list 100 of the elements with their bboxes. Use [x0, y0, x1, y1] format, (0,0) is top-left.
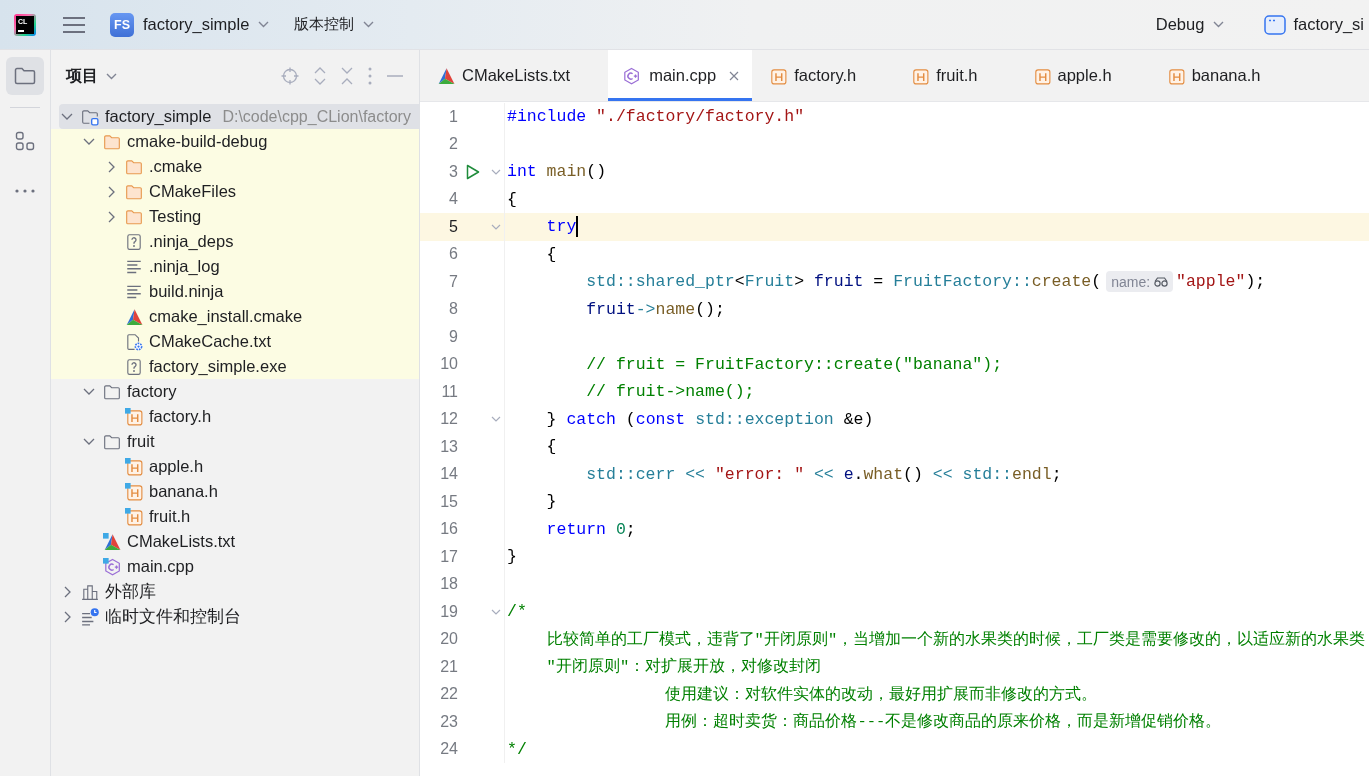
- h-file-icon: [125, 482, 143, 501]
- chevron-down-icon[interactable]: [83, 138, 95, 145]
- glasses-icon: [1154, 276, 1169, 287]
- tree-item[interactable]: Testing: [51, 204, 419, 229]
- editor-tab[interactable]: banana.h: [1149, 50, 1299, 101]
- folder-icon: [103, 432, 121, 451]
- folder-icon: [125, 182, 143, 201]
- line-number: 9: [448, 327, 458, 346]
- line-number: 23: [439, 712, 458, 731]
- file-question-icon: [125, 357, 143, 376]
- line-number: 21: [439, 657, 458, 676]
- more-vertical-icon[interactable]: [368, 67, 372, 85]
- code-text: */: [507, 739, 527, 759]
- tree-item[interactable]: CMakeLists.txt: [51, 529, 419, 554]
- line-number: 11: [440, 382, 458, 401]
- chevrons-inward-icon[interactable]: [341, 67, 353, 85]
- editor-tab[interactable]: main.cpp: [608, 50, 753, 101]
- chevron-down-icon[interactable]: [491, 608, 501, 615]
- code-text: 用例：超时卖货：商品价格---不是修改商品的原来价格，而是新增促销价格。: [665, 711, 1222, 733]
- editor-tab[interactable]: fruit.h: [894, 50, 1016, 101]
- chevron-right-icon[interactable]: [107, 160, 115, 173]
- tree-item[interactable]: CMakeFiles: [51, 179, 419, 204]
- tree-item[interactable]: 临时文件和控制台: [51, 604, 419, 629]
- tree-item[interactable]: 外部库: [51, 579, 419, 604]
- line-number: 12: [439, 410, 458, 429]
- chevron-down-icon[interactable]: [83, 388, 95, 395]
- tree-item[interactable]: fruit.h: [51, 504, 419, 529]
- code-text: {: [546, 437, 557, 457]
- run-target-selector[interactable]: factory_si: [1264, 14, 1364, 35]
- more-horizontal-icon: [15, 189, 35, 193]
- caret-down-icon: [106, 72, 117, 80]
- tree-item[interactable]: factory_simple.exe: [51, 354, 419, 379]
- line-number: 4: [448, 190, 458, 209]
- run-icon[interactable]: [466, 163, 480, 180]
- line-number: 8: [448, 300, 458, 319]
- tree-item[interactable]: .cmake: [51, 154, 419, 179]
- code-text: {: [507, 189, 517, 209]
- line-number: 7: [448, 272, 458, 291]
- chevron-down-icon[interactable]: [491, 223, 501, 230]
- chevron-down-icon[interactable]: [491, 416, 501, 423]
- code-text: std::shared_ptr<Fruit> fruit = FruitFactory::create(: [586, 272, 1102, 292]
- code-text: /*: [507, 602, 527, 622]
- chevron-right-icon[interactable]: [63, 610, 71, 623]
- chevron-down-icon[interactable]: [61, 113, 73, 120]
- tree-item[interactable]: .ninja_deps: [51, 229, 419, 254]
- tree-item[interactable]: banana.h: [51, 479, 419, 504]
- tree-item[interactable]: factory_simple D:\code\cpp_CLion\factory: [59, 104, 419, 129]
- tree-item[interactable]: build.ninja: [51, 279, 419, 304]
- chevron-right-icon[interactable]: [63, 585, 71, 598]
- file-question-icon: [125, 232, 143, 251]
- h-file-icon: [1032, 66, 1051, 85]
- chevron-right-icon[interactable]: [107, 185, 115, 198]
- code-text: 比较简单的工厂模式，违背了"开闭原则"，当增加一个新的水果类的时候，工厂类是需要修改的，以适应新的水果类: [546, 629, 1366, 650]
- chevron-down-icon[interactable]: [491, 168, 501, 175]
- tree-item[interactable]: .ninja_log: [51, 254, 419, 279]
- window-icon: [1264, 14, 1287, 35]
- chevron-right-icon[interactable]: [107, 210, 115, 223]
- line-number: 15: [439, 492, 458, 511]
- line-number: 18: [439, 575, 458, 594]
- code-text: fruit->name();: [586, 299, 725, 319]
- project-path: D:\code\cpp_CLion\factory: [222, 107, 411, 126]
- folder-icon: [103, 132, 121, 151]
- code-text: }: [546, 492, 557, 512]
- code-text: try: [546, 217, 577, 237]
- menu-icon[interactable]: [62, 15, 86, 34]
- squares-icon: [15, 131, 35, 151]
- tree-item[interactable]: apple.h: [51, 454, 419, 479]
- tree-item[interactable]: factory: [51, 379, 419, 404]
- cpp-file-icon: [622, 66, 641, 85]
- tree-item[interactable]: fruit: [51, 429, 419, 454]
- hint-label: name:: [1111, 273, 1151, 290]
- editor-tab[interactable]: apple.h: [1015, 50, 1150, 101]
- triangle-icon: [437, 66, 455, 85]
- project-folder-icon: [81, 107, 99, 126]
- line-number: 2: [448, 135, 458, 154]
- code-text: } catch (const std::exception &e): [546, 409, 874, 429]
- editor-tab[interactable]: CMakeLists.txt: [420, 50, 609, 101]
- tree-item[interactable]: cmake_install.cmake: [51, 304, 419, 329]
- configuration-selector[interactable]: Debug: [1155, 15, 1225, 34]
- chevrons-up-down-icon[interactable]: [314, 67, 326, 85]
- editor-tab[interactable]: factory.h: [752, 50, 895, 101]
- h-file-icon: [911, 66, 930, 85]
- project-tool-button[interactable]: [6, 57, 44, 95]
- folder-icon: [14, 67, 36, 85]
- tree-item[interactable]: factory.h: [51, 404, 419, 429]
- tree-item[interactable]: CMakeCache.txt: [51, 329, 419, 354]
- project-selector[interactable]: factory_simple: [143, 15, 270, 34]
- vcs-menu[interactable]: 版本控制: [294, 15, 375, 34]
- line-number: 3: [448, 162, 458, 181]
- tree-item[interactable]: main.cpp: [51, 554, 419, 579]
- code-text: std::cerr << "error: " << e.what() << std::endl;: [586, 464, 1062, 484]
- chevron-down-icon[interactable]: [83, 438, 95, 445]
- crosshair-icon[interactable]: [281, 67, 299, 85]
- code-text: "apple");: [1176, 272, 1266, 292]
- project-view-selector[interactable]: 项目: [66, 65, 117, 87]
- close-icon[interactable]: [729, 70, 740, 81]
- code-text: #include "./factory/factory.h": [507, 107, 805, 127]
- tree-item[interactable]: cmake-build-debug: [51, 129, 419, 154]
- triangle-icon: [103, 532, 121, 551]
- folder-icon: [103, 382, 121, 401]
